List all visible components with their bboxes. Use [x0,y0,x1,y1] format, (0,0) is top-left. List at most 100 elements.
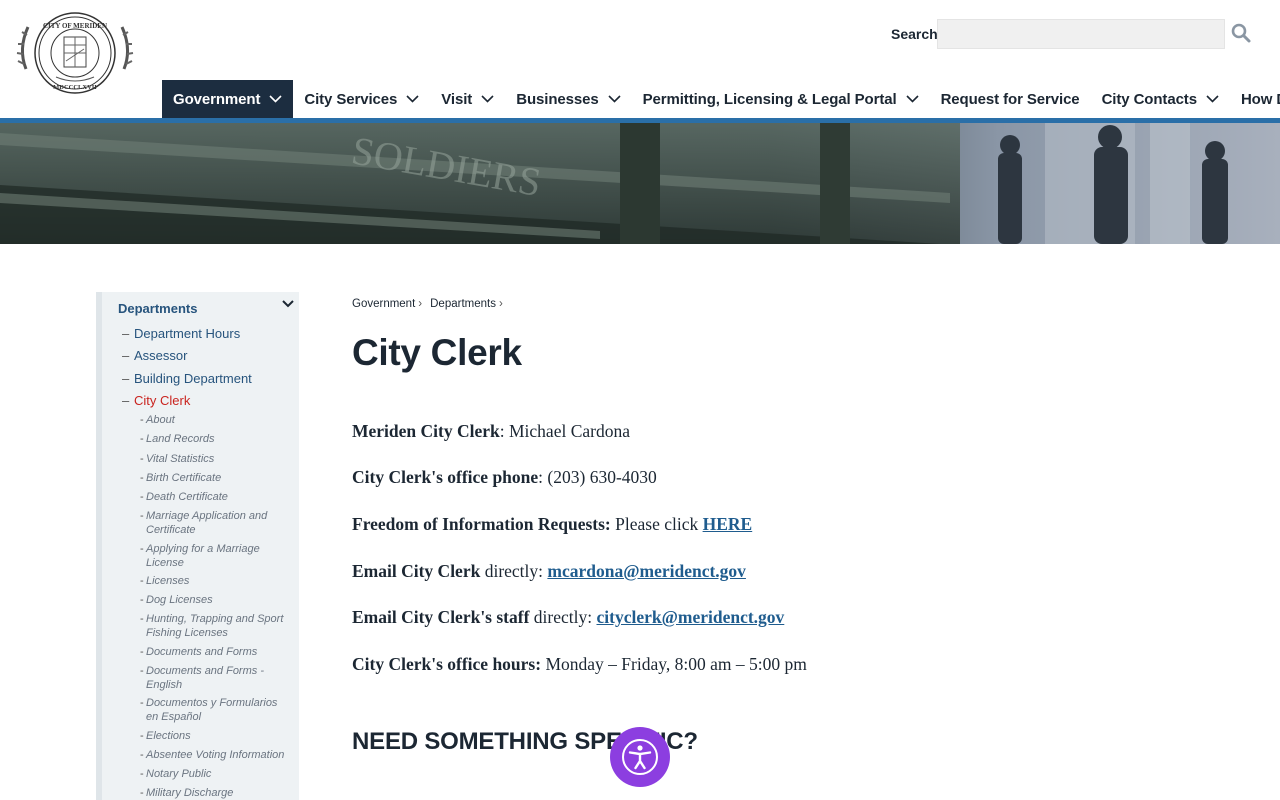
sidebar-subitem-label: Hunting, Trapping and Sport Fishing Lice… [146,613,284,639]
list-dash: - [140,768,144,780]
clerk-name-row: Meriden City Clerk: Michael Cardona [352,421,630,442]
nav-item-label: City Services [304,90,398,108]
sidebar-heading-departments[interactable]: Departments [118,301,197,316]
sidebar-subitem-label: About [146,414,175,426]
sidebar: Departments – Department Hours – Assessor – B… [96,292,299,800]
sidebar-subitem-marriage-application-and-certificate[interactable]: - Marriage Application and Certificate [140,510,290,537]
breadcrumb-link-departments[interactable]: Departments › [430,298,503,310]
sidebar-item-label: City Clerk [134,393,191,408]
list-dash: - [140,730,144,742]
info-value: Please click [610,514,703,534]
nav-item-label: How Do I? [1240,90,1280,108]
accessibility-icon [622,739,658,775]
breadcrumb-link-government[interactable]: Government › [352,298,422,310]
list-dash: – [122,393,130,408]
list-dash: - [140,510,144,522]
sidebar-subitem-documents-and-forms[interactable]: - Documents and Forms [140,646,290,660]
nav-item-businesses[interactable]: Businesses [505,80,631,118]
breadcrumb-separator: › [418,298,423,310]
sidebar-subitem-documentos-y-formularios-en-espa-ol[interactable]: - Documentos y Formularios en Español [140,697,290,724]
sidebar-subitem-applying-for-a-marriage-license[interactable]: - Applying for a Marriage License [140,543,290,570]
sidebar-subitem-elections[interactable]: - Elections [140,730,290,744]
search-button[interactable] [1230,22,1252,46]
info-value: directly: [529,607,597,627]
sidebar-subitem-documents-and-forms-english[interactable]: - Documents and Forms - English [140,665,290,692]
breadcrumb-separator: › [498,298,503,310]
search-label: Search [891,26,938,42]
nav-item-government[interactable]: Government [162,80,294,118]
sidebar-subitem-label: Marriage Application and Certificate [146,510,268,536]
nav-item-label: Government [173,90,261,108]
breadcrumb-label: Government [352,298,416,310]
sidebar-item-building-department[interactable]: – Building Department [122,371,252,386]
staff-email-link[interactable]: cityclerk@meridenct.gov [596,607,784,627]
sidebar-item-assessor[interactable]: – Assessor [122,348,187,363]
search-input[interactable] [937,19,1225,49]
info-value: directly: [480,561,548,581]
foi-here-link[interactable]: HERE [703,514,753,534]
list-dash: - [140,665,144,677]
sidebar-subitem-label: Absentee Voting Information [146,749,285,761]
foi-requests-row: Freedom of Information Requests: Please … [352,514,752,535]
nav-item-city-contacts[interactable]: City Contacts [1091,80,1230,118]
sidebar-item-label: Department Hours [134,326,241,341]
sidebar-subitem-notary-public[interactable]: - Notary Public [140,768,290,782]
nav-item-request-for-service[interactable]: Request for Service [930,80,1091,118]
info-value: Monday – Friday, 8:00 am – 5:00 pm [541,654,807,674]
breadcrumb: Government › Departments › [352,298,503,310]
accessibility-button[interactable] [610,727,670,787]
sidebar-subitem-label: Land Records [146,433,215,445]
sidebar-item-label: Building Department [134,371,252,386]
nav-item-label: Request for Service [940,90,1080,108]
chevron-down-icon [269,95,282,103]
sidebar-subitem-absentee-voting-information[interactable]: - Absentee Voting Information [140,749,290,763]
sidebar-toggle[interactable] [280,296,296,312]
info-label: Email City Clerk's staff [352,607,530,627]
chevron-down-icon [1206,95,1219,103]
sidebar-item-city-clerk[interactable]: – City Clerk [122,393,190,408]
list-dash: - [140,472,144,484]
city-seal-logo[interactable]: CITY OF MERIDEN MDCCCLXVII [14,9,136,99]
chevron-down-icon [481,95,494,103]
nav-item-permitting-licensing-and-legal-portal[interactable]: Permitting, Licensing & Legal Portal [632,80,930,118]
search-icon [1231,23,1251,43]
sidebar-subitem-death-certificate[interactable]: - Death Certificate [140,491,290,505]
breadcrumb-label: Departments [430,298,496,310]
list-dash: - [140,646,144,658]
sidebar-subitem-dog-licenses[interactable]: - Dog Licenses [140,594,290,608]
info-label: Freedom of Information Requests: [352,514,611,534]
list-dash: - [140,543,144,555]
sidebar-subitem-label: Death Certificate [146,491,228,503]
main-nav: Government City Services Visit Businesses Pe… [162,80,1280,118]
nav-item-city-services[interactable]: City Services [293,80,430,118]
nav-item-visit[interactable]: Visit [430,80,505,118]
info-label: City Clerk's office phone [352,467,539,487]
nav-item-label: Visit [441,90,473,108]
seal-text-bottom: MDCCCLXVII [53,84,97,91]
sidebar-subitem-hunting-trapping-and-sport-fishing-licenses[interactable]: - Hunting, Trapping and Sport Fishing Lic… [140,613,290,640]
office-hours-row: City Clerk's office hours: Monday – Frid… [352,654,807,675]
sidebar-subitem-land-records[interactable]: - Land Records [140,433,290,447]
nav-item-how-do-i[interactable]: How Do I? [1230,80,1280,118]
info-label: City Clerk's office hours: [352,654,542,674]
sidebar-subitem-label: Military Discharge [146,787,234,799]
sidebar-subitem-label: Documentos y Formularios en Español [146,697,278,723]
clerk-email-link[interactable]: mcardona@meridenct.gov [547,561,746,581]
sidebar-subitem-label: Vital Statistics [146,453,215,465]
chevron-down-icon [282,300,294,308]
sidebar-subitem-label: Documents and Forms - English [146,665,264,691]
sidebar-subitem-about[interactable]: - About [140,414,290,428]
info-value: : Michael Cardona [499,421,630,441]
sidebar-subitem-birth-certificate[interactable]: - Birth Certificate [140,472,290,486]
sidebar-subitem-label: Licenses [146,575,190,587]
sidebar-subitem-military-discharge[interactable]: - Military Discharge [140,787,290,800]
list-dash: - [140,575,144,587]
sidebar-subitem-vital-statistics[interactable]: - Vital Statistics [140,453,290,467]
email-staff-row: Email City Clerk's staff directly: cityc… [352,607,784,628]
page-title: City Clerk [352,332,522,373]
hero-banner-image: SOLDIERS [0,123,1280,244]
list-dash: - [140,414,144,426]
sidebar-subitem-licenses[interactable]: - Licenses [140,575,290,589]
sidebar-subitem-label: Elections [146,730,191,742]
sidebar-item-department-hours[interactable]: – Department Hours [122,326,240,341]
